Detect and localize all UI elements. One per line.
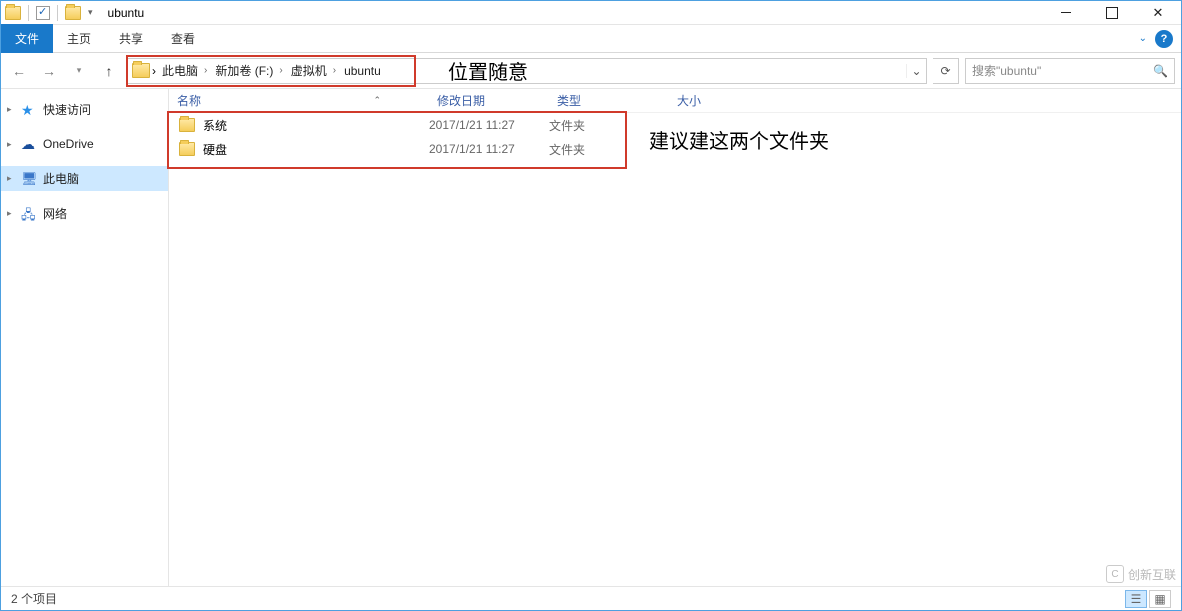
titlebar: ▾ ubuntu — [1, 1, 1181, 25]
file-list: 系统 2017/1/21 11:27 文件夹 硬盘 2017/1/21 11:2… — [169, 113, 1181, 161]
watermark: C 创新互联 — [1106, 565, 1176, 583]
col-size[interactable]: 大小 — [669, 92, 749, 109]
tab-home[interactable]: 主页 — [53, 24, 105, 53]
address-bar[interactable]: › 此电脑› 新加卷 (F:)› 虚拟机› ubuntu 位置随意 ⌄ — [127, 58, 927, 84]
chevron-right-icon[interactable]: ▸ — [7, 208, 12, 219]
file-name: 系统 — [203, 117, 227, 134]
sidebar-item-thispc[interactable]: ▸ 此电脑 — [1, 166, 168, 191]
folder-icon — [132, 63, 150, 78]
chevron-right-icon[interactable]: ▸ — [7, 139, 12, 150]
help-button[interactable]: ? — [1155, 30, 1173, 48]
sidebar-item-label: OneDrive — [43, 137, 94, 151]
ribbon-tabs: 文件 主页 共享 查看 ⌄ ? — [1, 25, 1181, 53]
separator — [57, 5, 58, 21]
view-switch: ☰ ▦ — [1125, 590, 1171, 608]
search-input[interactable]: 搜索"ubuntu" 🔍 — [965, 58, 1175, 84]
sidebar: ▸ 快速访问 ▸ OneDrive ▸ 此电脑 ▸ 网络 — [1, 89, 169, 586]
col-name[interactable]: 名称 ⌃ — [169, 92, 429, 109]
explorer-window: ▾ ubuntu 文件 主页 共享 查看 ⌄ ? › 此电脑› 新加卷 (F — [0, 0, 1182, 611]
chevron-right-icon[interactable]: › — [331, 65, 338, 76]
sidebar-item-label: 此电脑 — [43, 170, 79, 187]
quick-access-toolbar: ▾ — [1, 5, 100, 21]
folder-icon — [5, 6, 21, 20]
sidebar-item-onedrive[interactable]: ▸ OneDrive — [1, 132, 168, 156]
new-folder-qat-icon[interactable] — [65, 6, 81, 20]
properties-qat-icon[interactable] — [36, 6, 50, 20]
refresh-button[interactable]: ⟳ — [933, 58, 959, 84]
sort-asc-icon: ⌃ — [373, 95, 381, 106]
chevron-right-icon[interactable]: ▸ — [7, 173, 12, 184]
pc-icon — [21, 171, 37, 187]
separator — [28, 5, 29, 21]
tab-view[interactable]: 查看 — [157, 24, 209, 53]
cloud-icon — [21, 136, 37, 152]
col-date[interactable]: 修改日期 — [429, 92, 549, 109]
chevron-right-icon[interactable]: › — [202, 65, 209, 76]
back-button[interactable] — [7, 59, 31, 83]
file-date: 2017/1/21 11:27 — [429, 118, 549, 132]
up-button[interactable] — [97, 59, 121, 83]
chevron-right-icon[interactable]: ▸ — [7, 104, 12, 115]
watermark-icon: C — [1106, 565, 1124, 583]
breadcrumb-seg: 新加卷 (F:)› — [211, 62, 284, 79]
maximize-button[interactable] — [1089, 1, 1135, 24]
watermark-text: 创新互联 — [1128, 566, 1176, 583]
sidebar-item-label: 网络 — [43, 205, 67, 222]
view-large-button[interactable]: ▦ — [1149, 590, 1171, 608]
file-date: 2017/1/21 11:27 — [429, 142, 549, 156]
status-bar: 2 个项目 ☰ ▦ — [1, 586, 1181, 610]
breadcrumb-seg: 此电脑› — [158, 62, 209, 79]
history-dropdown-icon[interactable] — [67, 59, 91, 83]
qat-dropdown-icon[interactable]: ▾ — [85, 7, 96, 18]
column-headers: 名称 ⌃ 修改日期 类型 大小 — [169, 89, 1181, 113]
annotation-text: 建议建这两个文件夹 — [649, 125, 829, 154]
breadcrumb-seg: 虚拟机› — [287, 62, 338, 79]
breadcrumb-seg: ubuntu — [340, 64, 385, 78]
close-button[interactable] — [1135, 1, 1181, 24]
annotation-text: 位置随意 — [448, 56, 528, 85]
folder-icon — [179, 142, 195, 156]
forward-button[interactable] — [37, 59, 61, 83]
address-dropdown-icon[interactable]: ⌄ — [906, 64, 926, 78]
window-controls — [1043, 1, 1181, 24]
chevron-right-icon[interactable]: › — [152, 64, 156, 78]
ribbon-collapse-icon[interactable]: ⌄ — [1131, 33, 1155, 44]
tab-file[interactable]: 文件 — [1, 24, 53, 53]
col-type[interactable]: 类型 — [549, 92, 669, 109]
folder-icon — [179, 118, 195, 132]
sidebar-item-network[interactable]: ▸ 网络 — [1, 201, 168, 226]
nav-bar: › 此电脑› 新加卷 (F:)› 虚拟机› ubuntu 位置随意 ⌄ ⟳ 搜索… — [1, 53, 1181, 89]
star-icon — [21, 102, 37, 118]
network-icon — [21, 206, 37, 222]
file-name: 硬盘 — [203, 141, 227, 158]
minimize-button[interactable] — [1043, 1, 1089, 24]
view-details-button[interactable]: ☰ — [1125, 590, 1147, 608]
sidebar-item-quickaccess[interactable]: ▸ 快速访问 — [1, 97, 168, 122]
search-placeholder: 搜索"ubuntu" — [972, 62, 1041, 79]
chevron-right-icon[interactable]: › — [277, 65, 284, 76]
search-icon[interactable]: 🔍 — [1153, 64, 1168, 78]
tab-share[interactable]: 共享 — [105, 24, 157, 53]
sidebar-item-label: 快速访问 — [43, 101, 91, 118]
status-text: 2 个项目 — [11, 590, 57, 607]
body: ▸ 快速访问 ▸ OneDrive ▸ 此电脑 ▸ 网络 — [1, 89, 1181, 586]
window-title: ubuntu — [100, 6, 145, 20]
content-area: 名称 ⌃ 修改日期 类型 大小 系统 2017/1/21 11:27 文件夹 硬… — [169, 89, 1181, 586]
